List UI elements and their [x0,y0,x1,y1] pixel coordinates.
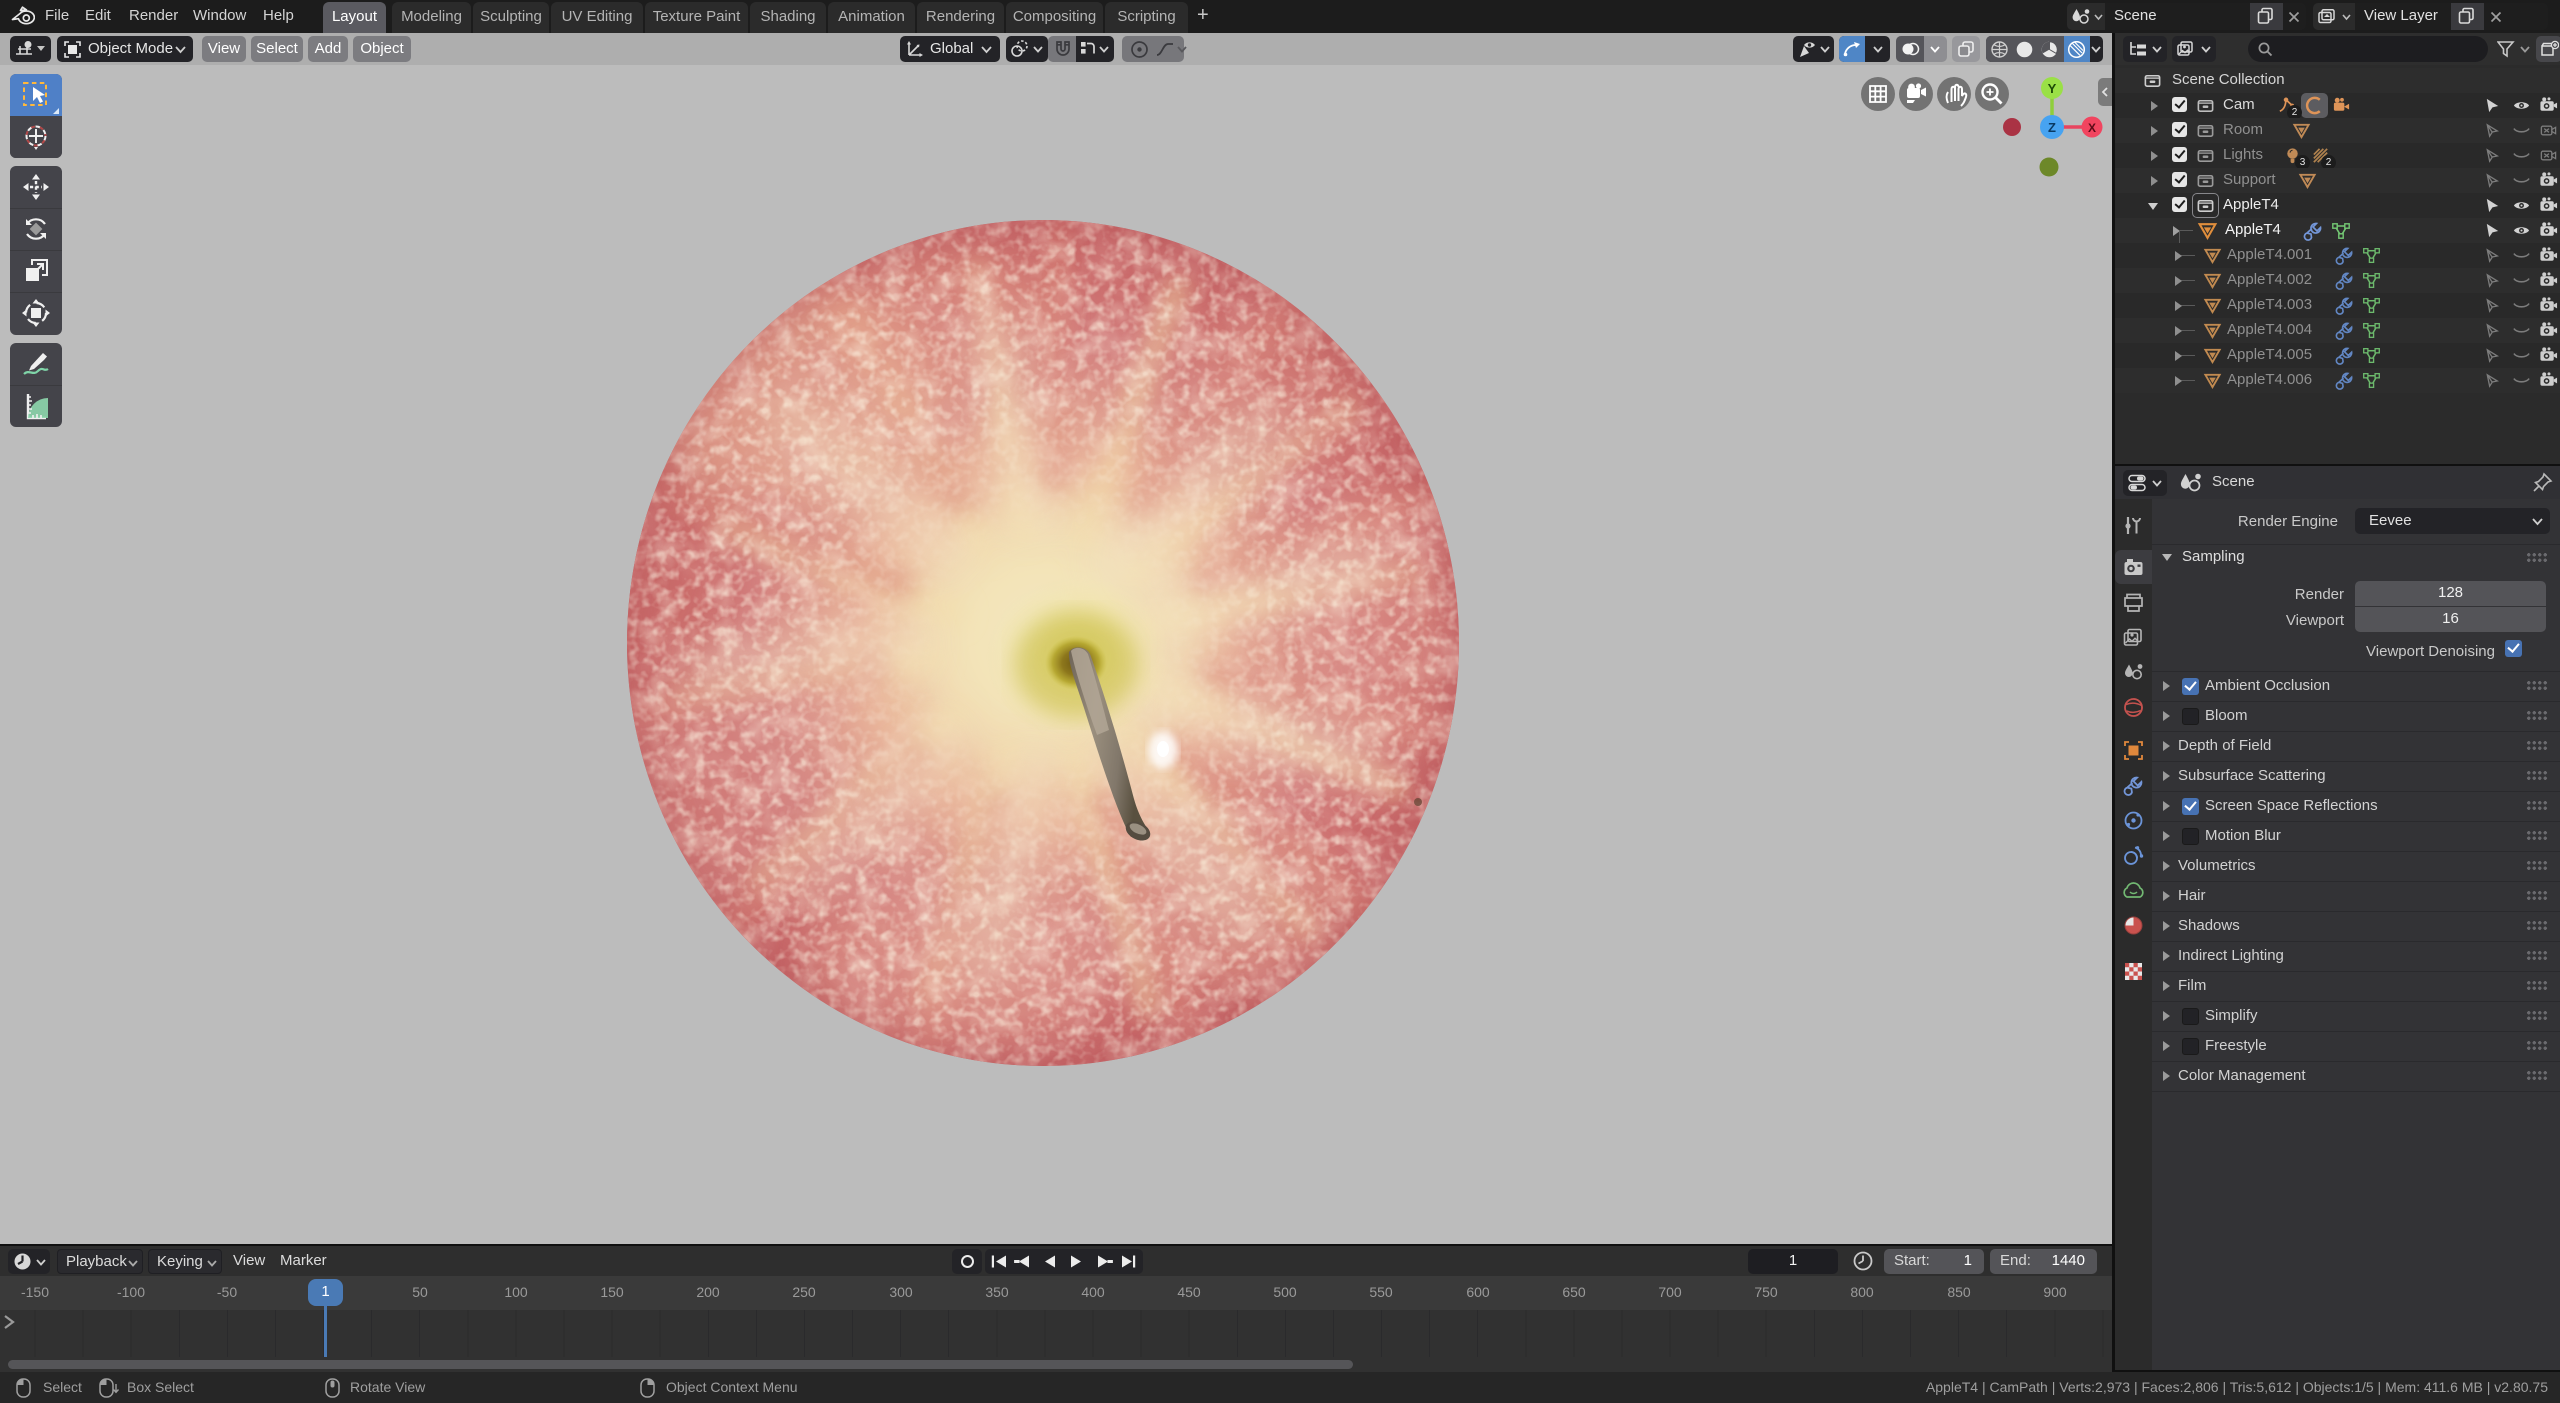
svg-text:X: X [2088,121,2096,135]
svg-text:Z: Z [2048,120,2056,135]
svg-text:Y: Y [2048,81,2057,96]
